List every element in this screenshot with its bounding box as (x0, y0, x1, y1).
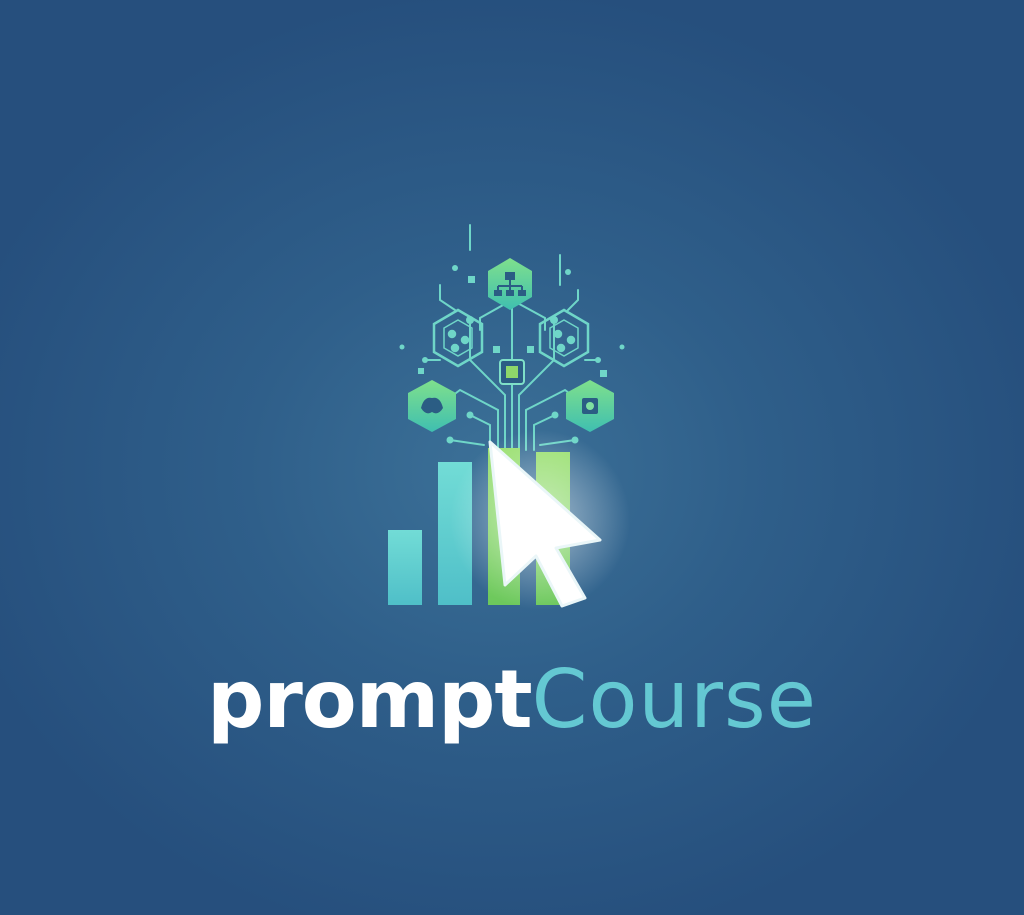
wordmark-prompt: prompt (207, 653, 533, 746)
chip-icon (499, 359, 525, 385)
hexagon-network-icon (488, 258, 532, 310)
logo-mark (388, 224, 630, 610)
brand-wordmark: promptCourse (0, 655, 1024, 745)
wordmark-course: Course (531, 653, 817, 746)
logo-canvas: { "brand": { "wordmark_part1": "prompt",… (0, 0, 1024, 915)
cursor-arrow-icon (450, 430, 630, 610)
bar-1 (388, 530, 422, 605)
hexagon-brain-icon (408, 380, 456, 432)
hexagon-gear-icon (566, 380, 614, 432)
